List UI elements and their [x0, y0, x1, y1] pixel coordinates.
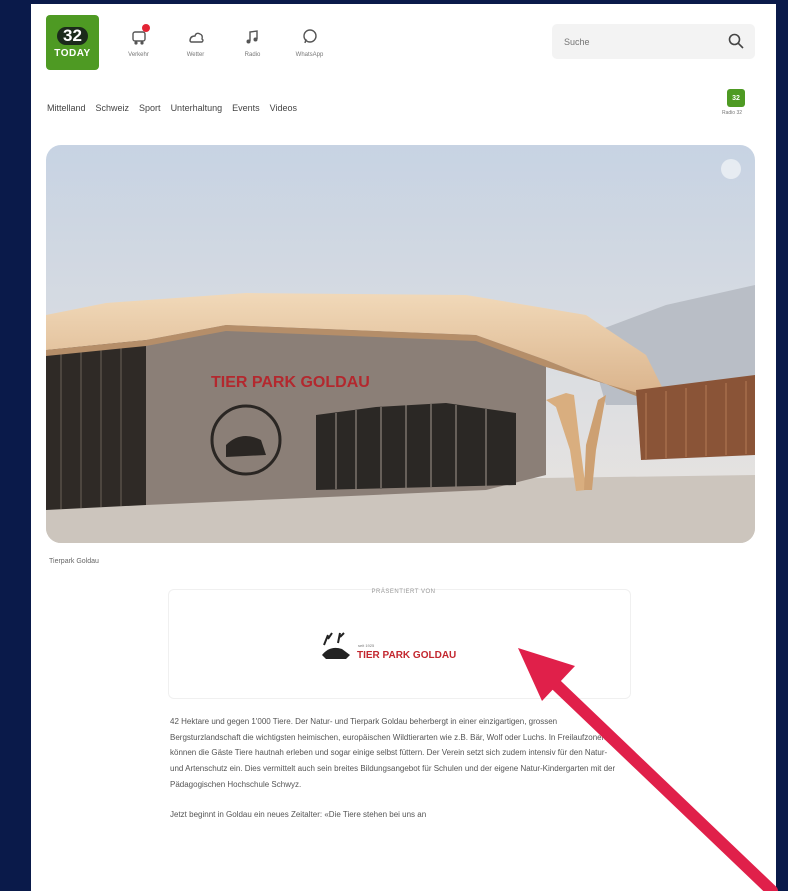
search-box: [552, 24, 755, 59]
search-input[interactable]: [564, 33, 714, 50]
whatsapp-icon: [299, 26, 321, 48]
svg-text:seit 1925: seit 1925: [358, 643, 375, 648]
quicklinks: Verkehr Wetter Radio WhatsApp: [115, 24, 333, 58]
today-logo[interactable]: 32 TODAY: [46, 15, 99, 70]
building-sign: TIER PARK GOLDAU: [211, 374, 370, 391]
article-paragraph: Jetzt beginnt in Goldau ein neues Zeital…: [170, 809, 427, 819]
nav-item-videos[interactable]: Videos: [270, 103, 297, 113]
article-page: 32 TODAY Verkehr Wetter Radio WhatsApp S…: [31, 4, 776, 891]
nav-item-schweiz[interactable]: Schweiz: [96, 103, 130, 113]
radio-32-label: Radio 32: [722, 110, 743, 116]
image-caption: Tierpark Goldau: [49, 558, 99, 565]
article-paragraph: 42 Hektare und gegen 1'000 Tiere. Der Na…: [170, 717, 616, 789]
article-body: 42 Hektare und gegen 1'000 Tiere. Der Na…: [170, 714, 620, 836]
tierpark-goldau-logo[interactable]: seit 1925 TIER PARK GOLDAU: [316, 625, 486, 667]
nav-item-sport[interactable]: Sport: [139, 103, 161, 113]
traffic-icon: [128, 24, 150, 48]
quicklink-traffic[interactable]: Verkehr: [115, 24, 162, 58]
expand-icon[interactable]: [721, 159, 741, 179]
quicklink-radio[interactable]: Radio: [229, 26, 276, 58]
notification-badge: [141, 24, 150, 32]
main-nav: Mittelland Schweiz Sport Unterhaltung Ev…: [47, 103, 297, 113]
quicklink-weather[interactable]: Wetter: [172, 26, 219, 58]
presented-by-label: PRÄSENTIERT VON: [371, 589, 436, 595]
radio-32-logo[interactable]: 32: [727, 89, 745, 107]
nav-item-events[interactable]: Events: [232, 103, 260, 113]
svg-text:TIER PARK GOLDAU: TIER PARK GOLDAU: [357, 650, 456, 661]
quicklink-whatsapp[interactable]: WhatsApp: [286, 26, 333, 58]
radio-music-icon: [242, 26, 264, 48]
weather-icon: [185, 26, 207, 48]
nav-item-mittelland[interactable]: Mittelland: [47, 103, 86, 113]
nav-item-unterhaltung[interactable]: Unterhaltung: [171, 103, 223, 113]
search-icon[interactable]: [727, 32, 745, 50]
hero-image: TIER PARK GOLDAU: [46, 145, 755, 543]
